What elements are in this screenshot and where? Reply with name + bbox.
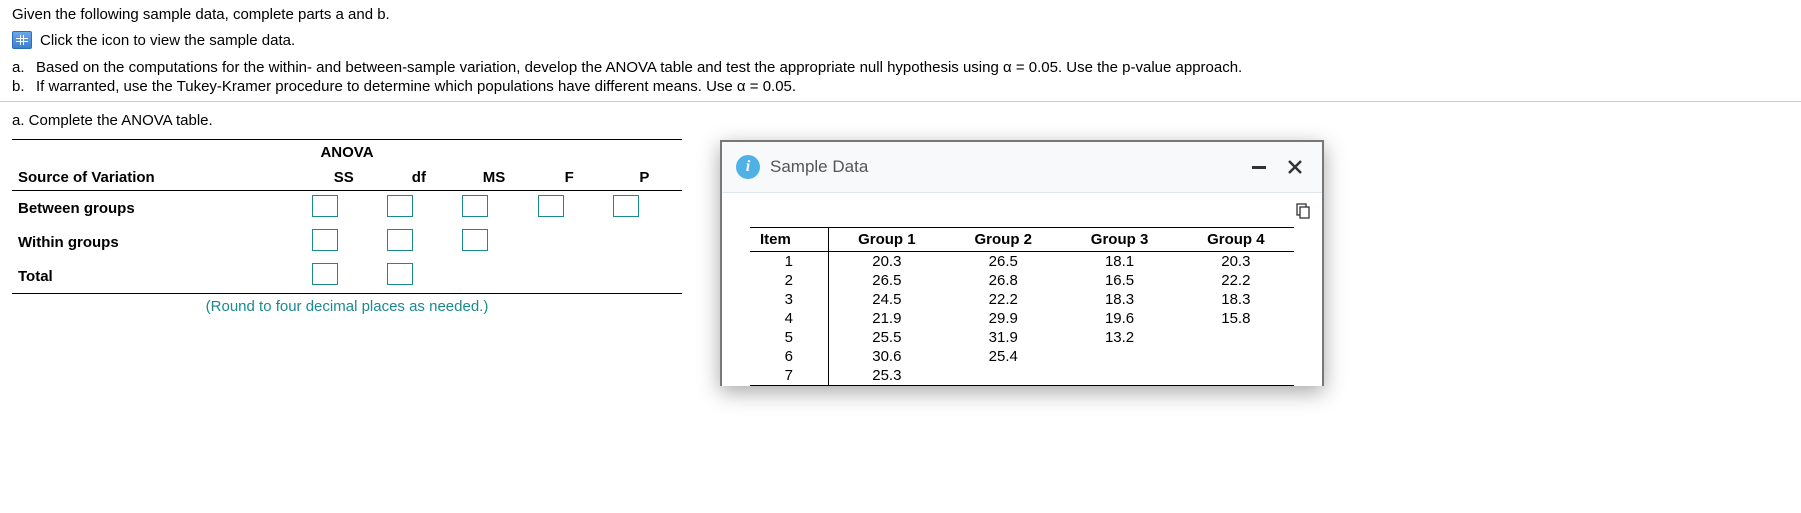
- table-cell: 30.6: [828, 347, 945, 366]
- dialog-header: i Sample Data: [722, 142, 1322, 193]
- question-prompt: Given the following sample data, complet…: [12, 6, 1789, 23]
- view-data-icon[interactable]: [12, 31, 32, 49]
- table-cell: 25.4: [945, 347, 1061, 366]
- table-cell: 3: [750, 290, 828, 309]
- table-cell: 13.2: [1061, 328, 1177, 347]
- table-row: 324.522.218.318.3: [750, 290, 1294, 309]
- table-cell: 25.3: [828, 366, 945, 385]
- table-cell: 15.8: [1178, 309, 1294, 328]
- round-note: (Round to four decimal places as needed.…: [12, 298, 682, 315]
- anova-within-ss-input[interactable]: [312, 229, 338, 251]
- anova-col-ms: MS: [456, 165, 531, 191]
- view-data-text: Click the icon to view the sample data.: [40, 32, 295, 49]
- info-icon: i: [736, 155, 760, 179]
- part-a-label: a.: [12, 59, 30, 76]
- table-cell: 31.9: [945, 328, 1061, 347]
- table-row: 120.326.518.120.3: [750, 252, 1294, 272]
- table-cell: 26.5: [945, 252, 1061, 272]
- table-cell: 18.3: [1061, 290, 1177, 309]
- part-b-label: b.: [12, 78, 30, 95]
- part-a-text: Based on the computations for the within…: [36, 59, 1242, 76]
- anova-table: ANOVA Source of Variation SS df MS F P B…: [12, 139, 682, 294]
- anova-total-df-input[interactable]: [387, 263, 413, 285]
- table-cell: 22.2: [1178, 271, 1294, 290]
- table-cell: 18.1: [1061, 252, 1177, 272]
- col-group3: Group 3: [1061, 228, 1177, 252]
- anova-between-ss-input[interactable]: [312, 195, 338, 217]
- col-group1: Group 1: [828, 228, 945, 252]
- sample-data-table: Item Group 1 Group 2 Group 3 Group 4 120…: [750, 227, 1294, 385]
- minimize-button[interactable]: [1246, 154, 1272, 180]
- table-row: 725.3: [750, 366, 1294, 385]
- table-cell: [1061, 347, 1177, 366]
- anova-between-p-input[interactable]: [613, 195, 639, 217]
- anova-total-ss-input[interactable]: [312, 263, 338, 285]
- col-group2: Group 2: [945, 228, 1061, 252]
- part-b-text: If warranted, use the Tukey-Kramer proce…: [36, 78, 796, 95]
- table-row: 226.526.816.522.2: [750, 271, 1294, 290]
- table-cell: 4: [750, 309, 828, 328]
- table-cell: 26.5: [828, 271, 945, 290]
- table-cell: 20.3: [828, 252, 945, 272]
- anova-between-f-input[interactable]: [538, 195, 564, 217]
- anova-within-df-input[interactable]: [387, 229, 413, 251]
- table-cell: [1061, 366, 1177, 385]
- anova-row-between: Between groups: [12, 191, 306, 226]
- table-cell: 18.3: [1178, 290, 1294, 309]
- table-cell: 22.2: [945, 290, 1061, 309]
- table-row: 421.929.919.615.8: [750, 309, 1294, 328]
- copy-icon[interactable]: [1294, 203, 1310, 219]
- table-cell: [1178, 328, 1294, 347]
- anova-between-df-input[interactable]: [387, 195, 413, 217]
- anova-between-ms-input[interactable]: [462, 195, 488, 217]
- anova-table-wrapper: ANOVA Source of Variation SS df MS F P B…: [12, 139, 682, 315]
- table-cell: 25.5: [828, 328, 945, 347]
- anova-within-ms-input[interactable]: [462, 229, 488, 251]
- divider: [0, 101, 1801, 102]
- table-cell: 16.5: [1061, 271, 1177, 290]
- anova-row-total: Total: [12, 259, 306, 294]
- section-a-prompt: a. Complete the ANOVA table.: [12, 112, 1789, 129]
- table-cell: 21.9: [828, 309, 945, 328]
- table-cell: 19.6: [1061, 309, 1177, 328]
- col-group4: Group 4: [1178, 228, 1294, 252]
- table-cell: 24.5: [828, 290, 945, 309]
- table-cell: 1: [750, 252, 828, 272]
- table-row: 630.625.4: [750, 347, 1294, 366]
- anova-row-within: Within groups: [12, 225, 306, 259]
- table-cell: 6: [750, 347, 828, 366]
- col-item: Item: [750, 228, 828, 252]
- table-cell: 26.8: [945, 271, 1061, 290]
- table-cell: [1178, 347, 1294, 366]
- table-cell: 7: [750, 366, 828, 385]
- table-cell: [1178, 366, 1294, 385]
- table-cell: 29.9: [945, 309, 1061, 328]
- table-cell: 20.3: [1178, 252, 1294, 272]
- anova-col-source: Source of Variation: [12, 165, 306, 191]
- close-button[interactable]: [1282, 154, 1308, 180]
- anova-col-df: df: [381, 165, 456, 191]
- anova-col-f: F: [532, 165, 607, 191]
- dialog-title: Sample Data: [770, 157, 1236, 177]
- table-cell: 2: [750, 271, 828, 290]
- anova-col-p: P: [607, 165, 682, 191]
- sample-data-dialog: i Sample Data Item Group 1 Group 2 Group…: [720, 140, 1324, 386]
- table-cell: [945, 366, 1061, 385]
- table-cell: 5: [750, 328, 828, 347]
- table-row: 525.531.913.2: [750, 328, 1294, 347]
- anova-title: ANOVA: [12, 140, 682, 166]
- anova-col-ss: SS: [306, 165, 381, 191]
